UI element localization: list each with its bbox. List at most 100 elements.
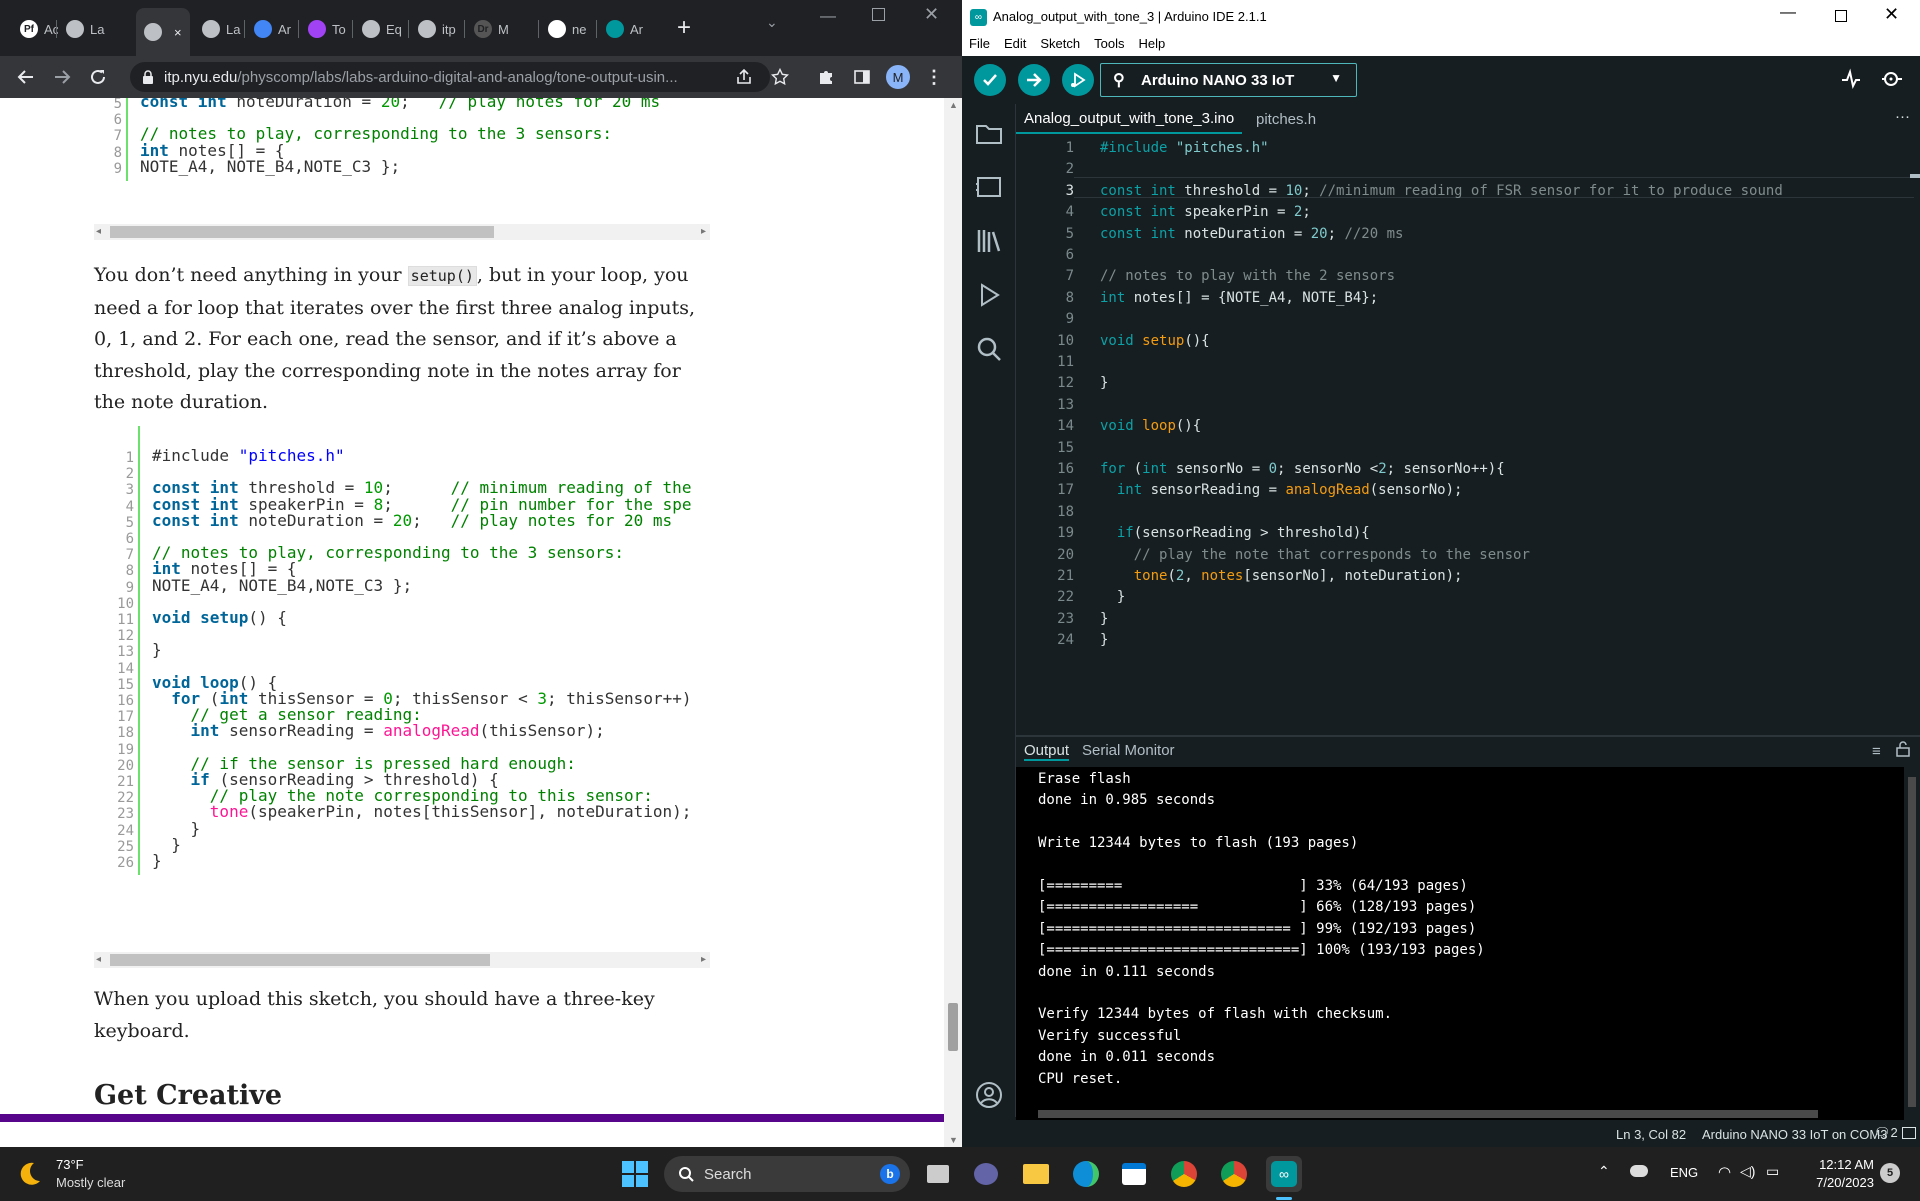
menu-sketch[interactable]: Sketch bbox=[1033, 34, 1087, 56]
browser-tab[interactable]: × bbox=[136, 8, 190, 56]
extensions-puzzle-icon[interactable] bbox=[814, 65, 838, 89]
arduino-ide-taskbar-icon[interactable]: ∞ bbox=[1266, 1156, 1302, 1192]
more-options-icon[interactable]: ··· bbox=[1895, 108, 1910, 125]
scroll-down-icon[interactable]: ▼ bbox=[949, 1135, 958, 1145]
code-block-top-hscroll[interactable]: ◂ ▸ bbox=[94, 224, 710, 240]
tab-output[interactable]: Output bbox=[1024, 742, 1070, 761]
side-panel-icon[interactable] bbox=[850, 65, 874, 89]
lock-scroll-icon[interactable] bbox=[1896, 741, 1910, 757]
notifications-icon[interactable]: 🗨2 bbox=[1874, 1125, 1898, 1141]
output-hscroll-thumb[interactable] bbox=[1038, 1110, 1818, 1118]
menu-edit[interactable]: Edit bbox=[997, 34, 1033, 56]
scroll-up-icon[interactable]: ▲ bbox=[949, 100, 958, 110]
new-tab-button[interactable]: + bbox=[672, 16, 696, 40]
code-token: //20 ms bbox=[1344, 225, 1404, 242]
kebab-menu-icon[interactable]: ⋮ bbox=[922, 65, 946, 89]
boards-manager-icon[interactable] bbox=[974, 172, 1004, 202]
verify-button[interactable] bbox=[974, 64, 1006, 96]
bookmark-star-icon[interactable] bbox=[768, 65, 792, 89]
search-icon[interactable] bbox=[974, 334, 1004, 364]
scroll-left-icon[interactable]: ◂ bbox=[96, 954, 101, 965]
forward-arrow-icon[interactable] bbox=[50, 65, 74, 89]
weather-temp[interactable]: 73°F bbox=[56, 1157, 84, 1172]
language-indicator[interactable]: ENG bbox=[1670, 1165, 1698, 1180]
browser-tab[interactable]: La bbox=[194, 10, 244, 48]
clock-date[interactable]: 7/20/2023 bbox=[1804, 1175, 1874, 1190]
browser-tab[interactable]: ne bbox=[540, 10, 596, 48]
upload-button[interactable] bbox=[1018, 64, 1050, 96]
browser-tab[interactable]: Ar bbox=[246, 10, 296, 48]
serial-monitor-icon[interactable] bbox=[1880, 68, 1904, 90]
weather-desc[interactable]: Mostly clear bbox=[56, 1175, 125, 1190]
notification-badge[interactable]: 5 bbox=[1880, 1163, 1900, 1183]
page-scrollbar-thumb[interactable] bbox=[948, 1003, 958, 1051]
menu-file[interactable]: File bbox=[962, 34, 997, 56]
section-heading: Get Creative bbox=[94, 1080, 283, 1111]
minimize-icon[interactable]: — bbox=[1780, 4, 1796, 22]
account-icon[interactable] bbox=[974, 1080, 1004, 1110]
code-block-full-hscroll[interactable]: ◂ ▸ bbox=[94, 952, 710, 968]
status-board[interactable]: Arduino NANO 33 IoT on COM3 bbox=[1702, 1127, 1887, 1142]
maximize-icon[interactable] bbox=[872, 8, 885, 21]
tab-search-chevron-icon[interactable]: ⌄ bbox=[766, 14, 778, 31]
code-editor[interactable]: 1 #include "pitches.h" 2 3 const int thresho… bbox=[1016, 134, 1920, 732]
task-view-icon[interactable] bbox=[920, 1156, 956, 1192]
menu-tools[interactable]: Tools bbox=[1087, 34, 1131, 56]
tab-main-sketch[interactable]: Analog_output_with_tone_3.ino bbox=[1016, 104, 1243, 134]
browser-tab[interactable]: itp bbox=[410, 10, 464, 48]
chrome-profile-2-icon[interactable] bbox=[1216, 1156, 1252, 1192]
profile-avatar[interactable]: M bbox=[886, 65, 910, 89]
page-scrollbar[interactable]: ▲ ▼ bbox=[944, 98, 962, 1147]
clear-output-icon[interactable]: ≡ bbox=[1872, 743, 1881, 760]
scroll-right-icon[interactable]: ▸ bbox=[701, 954, 706, 965]
tab-serial-monitor[interactable]: Serial Monitor bbox=[1082, 742, 1175, 759]
debug-button[interactable] bbox=[1062, 64, 1094, 96]
library-manager-icon[interactable] bbox=[974, 226, 1004, 256]
browser-tab[interactable]: Dr M bbox=[466, 10, 522, 48]
debug-panel-icon[interactable] bbox=[974, 280, 1004, 310]
close-window-icon[interactable]: ✕ bbox=[1884, 4, 1899, 25]
taskbar-search-box[interactable]: Search b bbox=[664, 1156, 910, 1192]
onedrive-icon[interactable] bbox=[1630, 1165, 1648, 1177]
browser-tab[interactable]: To bbox=[300, 10, 352, 48]
menu-help[interactable]: Help bbox=[1131, 34, 1172, 56]
teams-chat-icon[interactable] bbox=[968, 1156, 1004, 1192]
share-icon[interactable] bbox=[732, 65, 756, 89]
scroll-right-icon[interactable]: ▸ bbox=[701, 226, 706, 237]
address-bar[interactable]: itp.nyu.edu/physcomp/labs/labs-arduino-d… bbox=[130, 62, 770, 92]
chevron-up-icon[interactable]: ⌃ bbox=[1598, 1163, 1610, 1180]
close-tab-icon[interactable]: × bbox=[174, 25, 182, 40]
scrollbar-thumb[interactable] bbox=[110, 954, 490, 966]
chrome-profile-1-icon[interactable] bbox=[1166, 1156, 1202, 1192]
output-vscroll[interactable] bbox=[1904, 767, 1920, 1120]
back-arrow-icon[interactable] bbox=[14, 65, 38, 89]
minimize-icon[interactable]: — bbox=[820, 8, 836, 26]
browser-tab[interactable]: Ar bbox=[598, 10, 654, 48]
code-token: (){ bbox=[1184, 332, 1210, 349]
edge-icon[interactable] bbox=[1068, 1156, 1104, 1192]
wifi-icon[interactable]: ◠ bbox=[1718, 1163, 1731, 1181]
tab-pitches-h[interactable]: pitches.h bbox=[1248, 104, 1324, 134]
output-console[interactable]: Erase flash done in 0.985 seconds Write 12… bbox=[1016, 767, 1904, 1120]
store-icon[interactable] bbox=[1116, 1156, 1152, 1192]
serial-plotter-icon[interactable] bbox=[1840, 68, 1862, 90]
start-windows-icon[interactable] bbox=[622, 1161, 648, 1187]
browser-tab[interactable]: Eq bbox=[354, 10, 408, 48]
lock-icon[interactable] bbox=[142, 70, 154, 84]
browser-tab[interactable]: La bbox=[58, 10, 114, 48]
maximize-icon[interactable] bbox=[1835, 10, 1847, 22]
sketchbook-folder-icon[interactable] bbox=[974, 118, 1004, 148]
volume-icon[interactable]: ◁) bbox=[1740, 1163, 1755, 1180]
browser-tab[interactable]: Pf Ac bbox=[12, 10, 58, 48]
output-vscroll-thumb[interactable] bbox=[1908, 777, 1916, 1107]
scroll-left-icon[interactable]: ◂ bbox=[96, 226, 101, 237]
board-selector[interactable]: ⚲ Arduino NANO 33 IoT ▼ bbox=[1100, 63, 1357, 97]
toggle-bottom-panel-icon[interactable] bbox=[1902, 1127, 1916, 1139]
reload-icon[interactable] bbox=[86, 65, 110, 89]
clock-time[interactable]: 12:12 AM bbox=[1810, 1157, 1874, 1172]
battery-icon[interactable]: ▭ bbox=[1766, 1163, 1779, 1180]
file-explorer-icon[interactable] bbox=[1018, 1156, 1054, 1192]
weather-moon-icon[interactable] bbox=[14, 1159, 44, 1189]
scrollbar-thumb[interactable] bbox=[110, 226, 494, 238]
close-window-icon[interactable]: ✕ bbox=[924, 4, 939, 25]
